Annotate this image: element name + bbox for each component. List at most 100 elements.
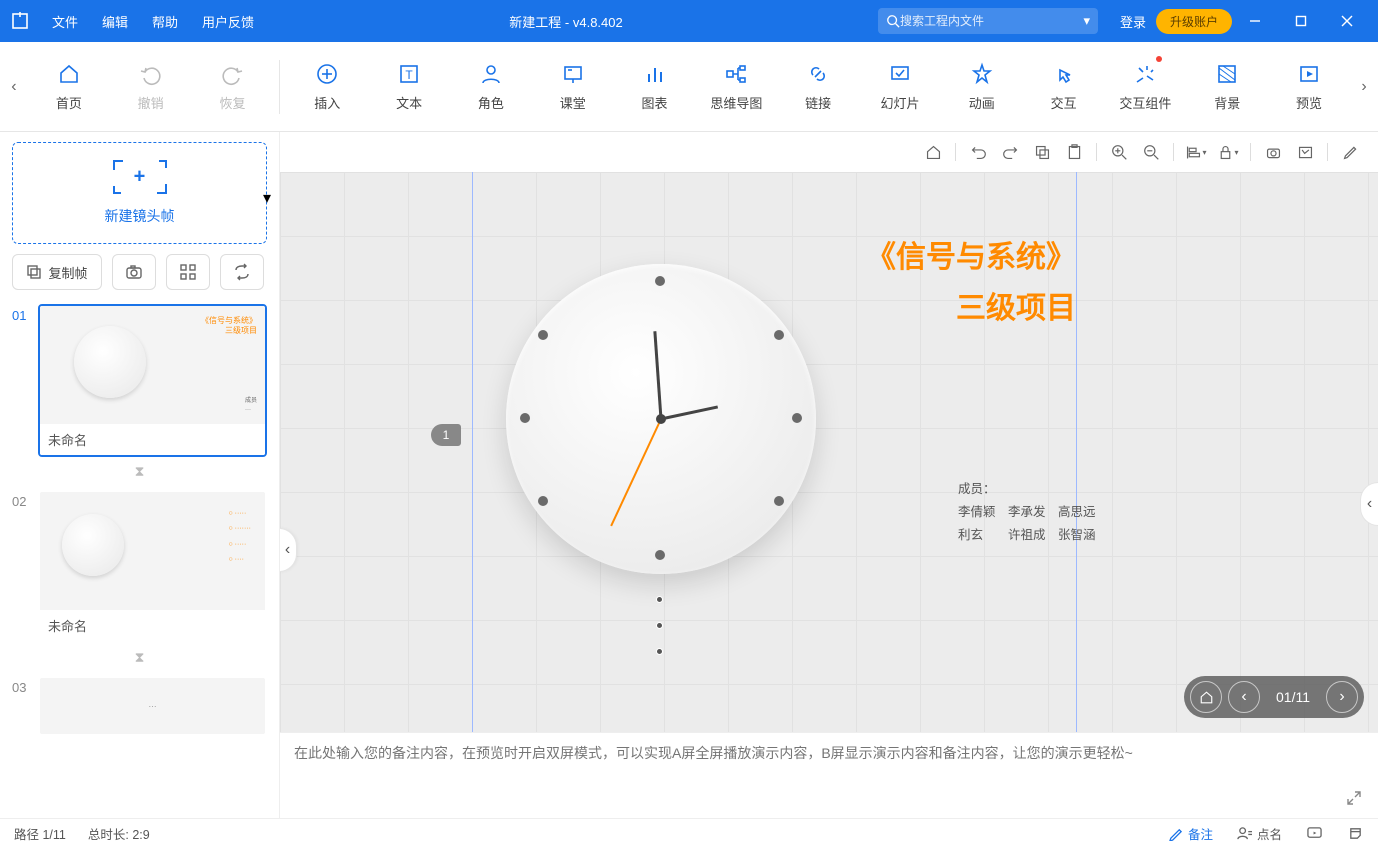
collapse-left-button[interactable]: ‹ bbox=[280, 528, 297, 572]
menu-help[interactable]: 帮助 bbox=[140, 0, 190, 42]
members-block[interactable]: 成员： 李倩颖 李承发 高思远 利玄 许祖成 张智涵 bbox=[958, 478, 1096, 547]
nav-prev-button[interactable]: ‹ bbox=[1228, 681, 1260, 713]
thumb-row-3: 03 ··· bbox=[12, 676, 267, 736]
person-icon bbox=[1237, 826, 1252, 841]
close-button[interactable] bbox=[1324, 0, 1370, 42]
tool-bg[interactable]: 背景 bbox=[1186, 42, 1268, 131]
loop-icon bbox=[233, 263, 251, 281]
tool-interact[interactable]: 交互 bbox=[1023, 42, 1105, 131]
slide-title[interactable]: 《信号与系统》 三级项目 bbox=[836, 232, 1076, 334]
tool-anim[interactable]: 动画 bbox=[941, 42, 1023, 131]
minimize-button[interactable] bbox=[1232, 0, 1278, 42]
clock-graphic[interactable] bbox=[506, 264, 816, 574]
undo-view-button[interactable] bbox=[964, 138, 992, 166]
slide-icon bbox=[887, 61, 913, 87]
chevron-down-icon[interactable]: ▾ bbox=[1083, 13, 1090, 29]
ribbon-prev-button[interactable]: ‹ bbox=[0, 42, 28, 131]
nav-position: 01/11 bbox=[1266, 689, 1320, 705]
slide-nav-pill: ‹ 01/11 › bbox=[1184, 676, 1364, 718]
screenshot-button[interactable] bbox=[1259, 138, 1287, 166]
newframe-dropdown-icon[interactable]: ▾ bbox=[263, 188, 271, 208]
guide-left bbox=[472, 172, 473, 732]
svg-text:T: T bbox=[405, 68, 413, 82]
new-frame-button[interactable]: + 新建镜头帧 bbox=[12, 142, 267, 244]
nav-next-button[interactable]: › bbox=[1326, 681, 1358, 713]
canvas[interactable]: 1 《信号与系统》 三级项目 成员： 李倩颖 bbox=[280, 172, 1378, 732]
collapse-right-button[interactable]: ‹ bbox=[1360, 482, 1378, 526]
click-icon bbox=[1051, 61, 1077, 87]
menu-file[interactable]: 文件 bbox=[40, 0, 90, 42]
thumb-1[interactable]: 《信号与系统》三级项目 成员··· 未命名 bbox=[38, 304, 267, 457]
note-icon bbox=[1168, 826, 1183, 841]
canvas-area: ▾ ▾ 1 bbox=[280, 132, 1378, 818]
present-button[interactable] bbox=[1306, 826, 1323, 841]
screen-icon bbox=[1306, 826, 1323, 841]
maximize-button[interactable] bbox=[1278, 0, 1324, 42]
redo-view-button[interactable] bbox=[996, 138, 1024, 166]
expand-icon[interactable] bbox=[1346, 790, 1362, 806]
notification-dot-icon bbox=[1156, 56, 1162, 62]
menu-edit[interactable]: 编辑 bbox=[90, 0, 140, 42]
tool-class[interactable]: 课堂 bbox=[532, 42, 614, 131]
ribbon: ‹ 首页 撤销 恢复 插入 T 文本 角色 课堂 图表 思维导图 链接 bbox=[0, 42, 1378, 132]
tool-mindmap[interactable]: 思维导图 bbox=[695, 42, 777, 131]
paste-button[interactable] bbox=[1060, 138, 1088, 166]
rollcall-button[interactable]: 点名 bbox=[1237, 824, 1282, 843]
statusbar: 路径 1/11 总时长: 2:9 备注 点名 bbox=[0, 818, 1378, 848]
tool-preview[interactable]: 预览 bbox=[1268, 42, 1350, 131]
tool-redo[interactable]: 恢复 bbox=[192, 42, 274, 131]
frame-actions: 复制帧 bbox=[12, 254, 267, 290]
thumb-3[interactable]: ··· bbox=[38, 676, 267, 736]
tool-undo[interactable]: 撤销 bbox=[110, 42, 192, 131]
grid-icon bbox=[179, 263, 197, 281]
home-view-button[interactable] bbox=[919, 138, 947, 166]
ribbon-next-button[interactable]: › bbox=[1350, 42, 1378, 131]
tool-slide[interactable]: 幻灯片 bbox=[859, 42, 941, 131]
fit-button[interactable] bbox=[1291, 138, 1319, 166]
thumb-number: 03 bbox=[12, 676, 38, 695]
loop-button[interactable] bbox=[220, 254, 264, 290]
login-button[interactable]: 登录 bbox=[1120, 12, 1146, 31]
copy-frame-button[interactable]: 复制帧 bbox=[12, 254, 102, 290]
tool-link[interactable]: 链接 bbox=[777, 42, 859, 131]
thumb-2[interactable]: ○ ·····○ ·······○ ·····○ ···· 未命名 bbox=[38, 490, 267, 643]
tool-home[interactable]: 首页 bbox=[28, 42, 110, 131]
search-box[interactable]: ▾ bbox=[878, 8, 1098, 34]
menu-feedback[interactable]: 用户反馈 bbox=[190, 0, 266, 42]
thumb-label: 未命名 bbox=[40, 610, 265, 641]
camera-button[interactable] bbox=[112, 254, 156, 290]
plus-circle-icon bbox=[314, 61, 340, 87]
align-button[interactable]: ▾ bbox=[1182, 138, 1210, 166]
thumb-number: 02 bbox=[12, 490, 38, 509]
notes-input[interactable] bbox=[294, 743, 1364, 803]
zoom-out-button[interactable] bbox=[1137, 138, 1165, 166]
search-input[interactable] bbox=[900, 14, 1077, 28]
lock-button[interactable]: ▾ bbox=[1214, 138, 1242, 166]
chart-icon bbox=[642, 61, 668, 87]
tool-chart[interactable]: 图表 bbox=[614, 42, 696, 131]
nav-home-button[interactable] bbox=[1190, 681, 1222, 713]
notes-toggle-button[interactable]: 备注 bbox=[1168, 824, 1213, 843]
person-icon bbox=[478, 61, 504, 87]
record-button[interactable] bbox=[1347, 826, 1364, 841]
tool-role[interactable]: 角色 bbox=[450, 42, 532, 131]
zoom-in-button[interactable] bbox=[1105, 138, 1133, 166]
tool-widget[interactable]: 交互组件 bbox=[1105, 42, 1187, 131]
copy-button[interactable] bbox=[1028, 138, 1056, 166]
plus-icon: + bbox=[134, 166, 146, 189]
thumb-row-1: 01 《信号与系统》三级项目 成员··· 未命名 bbox=[12, 304, 267, 457]
thumbnails-panel: + 新建镜头帧 ▾ 复制帧 01 《信号与系统》三级项目 成员··· bbox=[0, 132, 280, 818]
tool-insert[interactable]: 插入 bbox=[286, 42, 368, 131]
canvas-toolbar: ▾ ▾ bbox=[280, 132, 1378, 172]
thumb-label: 未命名 bbox=[40, 424, 265, 455]
background-icon bbox=[1214, 61, 1240, 87]
status-path: 路径 1/11 bbox=[14, 824, 66, 843]
thumb-row-2: 02 ○ ·····○ ·······○ ·····○ ···· 未命名 bbox=[12, 490, 267, 643]
tool-text[interactable]: T 文本 bbox=[368, 42, 450, 131]
edit-button[interactable] bbox=[1336, 138, 1364, 166]
board-icon bbox=[560, 61, 586, 87]
slide-marker[interactable]: 1 bbox=[431, 424, 461, 446]
notes-panel bbox=[280, 732, 1378, 818]
upgrade-button[interactable]: 升级账户 bbox=[1156, 9, 1232, 34]
grid-button[interactable] bbox=[166, 254, 210, 290]
